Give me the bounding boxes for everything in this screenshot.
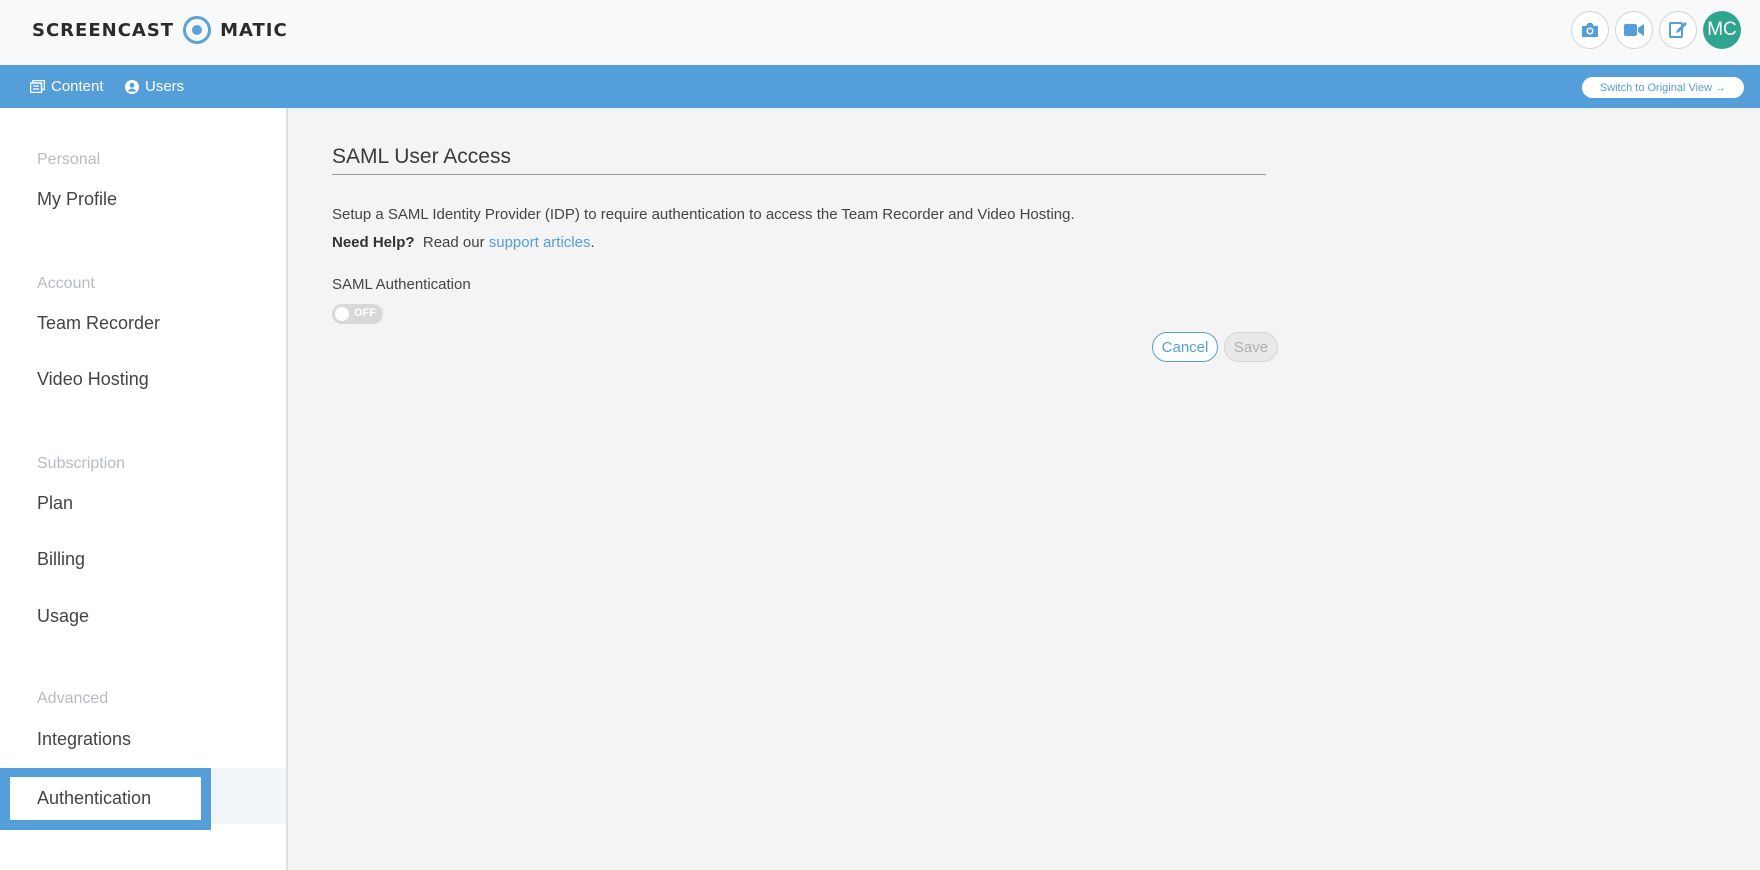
nav-users-link[interactable]: Users: [125, 65, 184, 108]
sidebar-section-account: Account: [37, 275, 95, 292]
settings-sidebar: Personal My Profile Account Team Recorde…: [0, 108, 288, 870]
top-header: SCREENCAST MATIC MC: [0, 0, 1760, 66]
saml-authentication-toggle[interactable]: OFF: [332, 304, 383, 324]
cancel-button[interactable]: Cancel: [1152, 332, 1218, 362]
main-content: SAML User Access Setup a SAML Identity P…: [288, 108, 1760, 870]
sidebar-section-advanced: Advanced: [37, 690, 109, 707]
sidebar-item-plan[interactable]: Plan: [37, 493, 73, 514]
logo-text-right: MATIC: [220, 19, 288, 41]
user-avatar[interactable]: MC: [1703, 11, 1741, 49]
help-line: Need Help? Read our support articles.: [332, 234, 595, 251]
sidebar-item-billing[interactable]: Billing: [37, 549, 85, 570]
edit-video-button[interactable]: [1659, 11, 1697, 49]
help-text: Read our: [422, 234, 485, 251]
sidebar-item-integrations[interactable]: Integrations: [37, 729, 131, 750]
nav-content-link[interactable]: Content: [30, 65, 104, 108]
record-video-button[interactable]: [1615, 11, 1653, 49]
support-articles-link[interactable]: support articles: [489, 234, 591, 251]
edit-icon: [1669, 22, 1687, 38]
sidebar-item-my-profile[interactable]: My Profile: [37, 189, 117, 210]
nav-content-label: Content: [51, 78, 104, 95]
help-bold: Need Help?: [332, 234, 415, 251]
save-button[interactable]: Save: [1224, 332, 1278, 362]
content-icon: [30, 80, 45, 93]
screenshot-button[interactable]: [1571, 11, 1609, 49]
sidebar-item-team-recorder[interactable]: Team Recorder: [37, 313, 160, 334]
sidebar-section-subscription: Subscription: [37, 455, 126, 472]
video-camera-icon: [1624, 24, 1644, 36]
active-item-inner: Authentication: [10, 777, 201, 820]
toggle-state: OFF: [354, 307, 376, 319]
screencast-matic-logo[interactable]: SCREENCAST MATIC: [32, 14, 288, 46]
page-title: SAML User Access: [332, 145, 511, 168]
sidebar-item-video-hosting[interactable]: Video Hosting: [37, 369, 149, 390]
saml-description: Setup a SAML Identity Provider (IDP) to …: [332, 206, 1075, 223]
saml-authentication-label: SAML Authentication: [332, 276, 471, 293]
toggle-knob: [335, 307, 349, 321]
logo-ring-icon: [183, 16, 212, 44]
sidebar-item-authentication[interactable]: Authentication: [0, 768, 211, 830]
sidebar-item-usage[interactable]: Usage: [37, 606, 89, 627]
nav-bar: Content Users Switch to Original View →: [0, 65, 1760, 108]
title-divider: [332, 174, 1266, 175]
user-circle-icon: [125, 79, 139, 94]
logo-text-left: SCREENCAST: [32, 19, 175, 41]
sidebar-item-authentication-label: Authentication: [37, 788, 152, 808]
help-end: .: [590, 234, 595, 251]
nav-users-label: Users: [145, 78, 185, 95]
camera-icon: [1582, 23, 1598, 37]
switch-to-original-view-button[interactable]: Switch to Original View →: [1582, 77, 1744, 98]
sidebar-section-personal: Personal: [37, 151, 101, 168]
